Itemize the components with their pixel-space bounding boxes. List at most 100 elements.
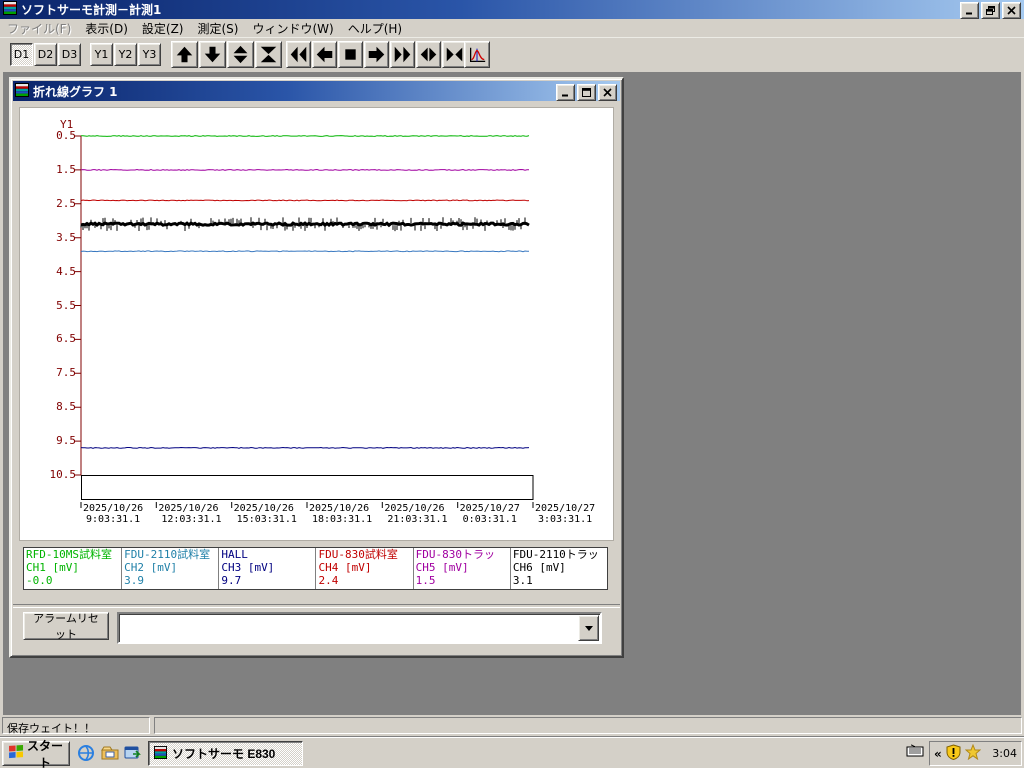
expand-vertical-button[interactable] (227, 41, 254, 68)
legend-cell: RFD-10MS試料室 CH1 [mV] -0.0 (26, 548, 112, 587)
collapse-horizontal-icon (445, 45, 464, 64)
expand-horizontal-icon (419, 45, 438, 64)
scroll-up-button[interactable] (171, 41, 198, 68)
step-forward-button[interactable] (364, 41, 389, 68)
series-line-CH2 (80, 250, 529, 253)
y-axis-tick-label: 4.5 (56, 264, 76, 278)
toolbar-d2-button[interactable]: D2 (34, 43, 57, 66)
y-axis-tick-label: 7.5 (56, 366, 76, 380)
chevron-down-icon (584, 625, 593, 631)
star-icon[interactable] (964, 743, 982, 763)
keyboard-icon[interactable] (906, 744, 924, 761)
skip-back-button[interactable] (286, 41, 311, 68)
tray-chevron[interactable]: « (934, 747, 942, 761)
expand-horizontal-button[interactable] (416, 41, 441, 68)
task-button-icon (154, 745, 167, 762)
y-axis-tick-label: 0.5 (56, 129, 76, 142)
expand-vertical-icon (231, 45, 250, 64)
status-message: 保存ウェイト！！ (2, 717, 150, 735)
menu-file[interactable]: ファイル(F) (0, 18, 78, 39)
legend-cell: FDU-830試料室 CH4 [mV] 2.4 (315, 548, 412, 589)
toolbar-y1-button[interactable]: Y1 (90, 43, 113, 66)
x-axis-tick-label: 2025/10/26 9:03:31.1 (83, 503, 144, 525)
graph-close-button[interactable] (598, 84, 617, 101)
restore-button[interactable] (981, 2, 1000, 19)
status-bar: 保存ウェイト！！ (0, 715, 1024, 737)
x-axis-tick-label: 2025/10/26 18:03:31.1 (308, 503, 373, 525)
combobox-dropdown-button[interactable] (578, 615, 599, 641)
graph-maximize-button[interactable] (577, 84, 596, 101)
left-arrow-icon (315, 45, 334, 64)
y-axis-tick-label: 3.5 (56, 230, 76, 244)
taskbar: スタート ソフトサーモ E830 « 3:04 (0, 737, 1024, 768)
series-line-CH5 (80, 168, 529, 171)
task-button-softthermo[interactable]: ソフトサーモ E830 (148, 741, 303, 766)
task-button-label: ソフトサーモ E830 (172, 747, 276, 761)
x-axis-tick-label: 2025/10/26 21:03:31.1 (384, 503, 448, 525)
legend-cell: HALL CH3 [mV] 9.7 (218, 548, 315, 589)
screen: ソフトサーモ計測－計測1 ファイル(F) 表示(D) 設定(Z) 測定(S) ウ… (0, 0, 1024, 768)
y-axis-tick-label: 5.5 (56, 298, 76, 312)
step-back-button[interactable] (312, 41, 337, 68)
series-line-CH4 (80, 199, 530, 202)
collapse-vertical-icon (259, 45, 278, 64)
up-arrow-icon (175, 45, 194, 64)
toolbar-y3-button[interactable]: Y3 (138, 43, 161, 66)
legend-cell: FDU-2110試料室 CH2 [mV] 3.9 (121, 548, 218, 589)
y-axis-tick-label: 10.5 (49, 468, 77, 481)
graph-minimize-button[interactable] (556, 84, 575, 101)
toolbar-d3-button[interactable]: D3 (58, 43, 81, 66)
menu-window[interactable]: ウィンドウ(W) (245, 18, 340, 39)
legend-cell: FDU-2110トラッ CH6 [mV] 3.1 (509, 548, 607, 589)
status-panel-2 (154, 717, 1022, 734)
separator (13, 604, 620, 608)
right-arrow-icon (367, 45, 386, 64)
menu-measure[interactable]: 測定(S) (190, 18, 245, 39)
start-label: スタート (27, 738, 64, 768)
scroll-down-button[interactable] (199, 41, 226, 68)
line-chart: Y1 0.5 1.5 2.5 3.5 4.5 5.5 6.5 7.5 8.5 9.5 10.5 20… (19, 107, 614, 541)
graph-icon (467, 45, 487, 65)
menu-view[interactable]: 表示(D) (78, 18, 135, 39)
app-icon (3, 1, 17, 18)
series-line-CH1 (80, 135, 530, 137)
y-axis-tick-label: 8.5 (56, 400, 76, 414)
y-axis-tick-label: 9.5 (56, 434, 76, 448)
graph-window-icon (15, 82, 29, 100)
y-axis-tick-label: 2.5 (56, 196, 76, 210)
system-tray: « 3:04 (929, 741, 1022, 766)
mdi-workspace: 折れ線グラフ 1 Y1 0.5 1.5 2.5 3.5 4.5 5.5 6.5 7.5 8.5 9… (0, 72, 1024, 715)
collapse-vertical-button[interactable] (255, 41, 282, 68)
toolbar-y2-button[interactable]: Y2 (114, 43, 137, 66)
graph-window: 折れ線グラフ 1 Y1 0.5 1.5 2.5 3.5 4.5 5.5 6.5 7.5 8.5 9… (9, 77, 624, 658)
graph-settings-button[interactable] (464, 41, 490, 68)
skip-forward-icon (393, 45, 412, 64)
x-axis-tick-label: 2025/10/26 15:03:31.1 (233, 503, 297, 525)
x-axis-tick-label: 2025/10/27 0:03:31.1 (459, 503, 520, 525)
series-line-CH6 (80, 221, 530, 228)
toolbar-d1-button[interactable]: D1 (10, 43, 33, 66)
minimize-button[interactable] (960, 2, 979, 19)
menu-settings[interactable]: 設定(Z) (135, 18, 191, 39)
start-button[interactable]: スタート (2, 739, 70, 768)
alarm-reset-button[interactable]: アラームリセット (23, 612, 109, 641)
stop-icon (341, 45, 360, 64)
menu-help[interactable]: ヘルプ(H) (341, 18, 409, 39)
quicklaunch-outlook-icon[interactable] (122, 743, 142, 763)
main-titlebar[interactable]: ソフトサーモ計測－計測1 (0, 0, 1024, 19)
menu-bar: ファイル(F) 表示(D) 設定(Z) 測定(S) ウィンドウ(W) ヘルプ(H… (0, 19, 1024, 38)
graph-window-titlebar[interactable]: 折れ線グラフ 1 (13, 81, 620, 101)
legend-cell: FDU-830トラッ CH5 [mV] 1.5 (412, 548, 510, 589)
close-button[interactable] (1002, 2, 1021, 19)
chart-plot-area (75, 135, 534, 508)
quicklaunch-ie-icon[interactable] (76, 743, 96, 763)
x-axis-tick-label: 2025/10/27 3:03:31.1 (534, 503, 596, 525)
y-axis-tick-label: 6.5 (56, 332, 76, 346)
skip-back-icon (289, 45, 308, 64)
alarm-combobox[interactable] (117, 612, 602, 644)
skip-forward-button[interactable] (390, 41, 415, 68)
security-shield-icon[interactable] (946, 744, 961, 763)
stop-button[interactable] (338, 41, 363, 68)
quicklaunch-desktop-icon[interactable] (100, 743, 120, 763)
taskbar-clock: 3:04 (992, 747, 1017, 760)
